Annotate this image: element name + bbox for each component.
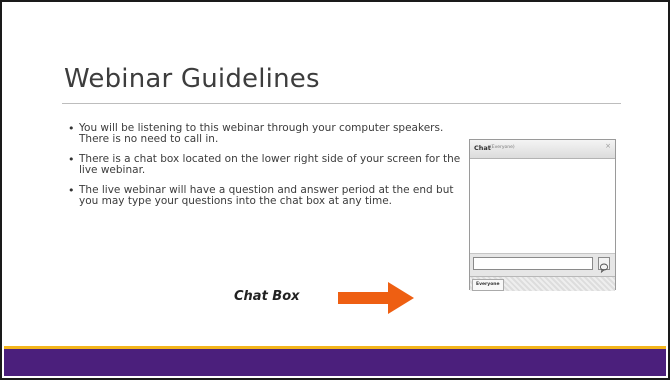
speech-bubble-icon (599, 263, 609, 274)
chat-message-input[interactable] (473, 257, 593, 270)
bullet-text: There is a chat box located on the lower… (79, 153, 461, 176)
bullet-dot-icon: • (68, 153, 75, 166)
chat-panel: Chat (Everyone) × Everyone (469, 139, 616, 291)
chat-subtitle: (Everyone) (490, 144, 515, 150)
chat-input-area (470, 253, 615, 276)
chat-recipient-tab[interactable]: Everyone (472, 279, 504, 291)
chat-header: Chat (Everyone) × (470, 140, 615, 159)
slide-title: Webinar Guidelines (64, 64, 320, 94)
slide: Webinar Guidelines • You will be listeni… (0, 0, 670, 380)
bullet-text: The live webinar will have a question an… (79, 184, 454, 207)
title-divider (62, 103, 621, 104)
chat-footer: Everyone (470, 276, 615, 291)
bullet-item: • You will be listening to this webinar … (68, 123, 468, 145)
bullet-list: • You will be listening to this webinar … (68, 123, 468, 216)
chat-box-label: Chat Box (234, 289, 300, 304)
close-icon[interactable]: × (605, 142, 611, 150)
bullet-item: • There is a chat box located on the low… (68, 154, 468, 176)
bullet-text: You will be listening to this webinar th… (79, 122, 444, 145)
chat-title: Chat (474, 144, 491, 152)
chat-send-button[interactable] (598, 257, 610, 274)
bullet-dot-icon: • (68, 184, 75, 197)
footer-bar (4, 349, 666, 376)
bullet-item: • The live webinar will have a question … (68, 185, 468, 207)
right-arrow-icon (338, 282, 414, 314)
bullet-dot-icon: • (68, 122, 75, 135)
